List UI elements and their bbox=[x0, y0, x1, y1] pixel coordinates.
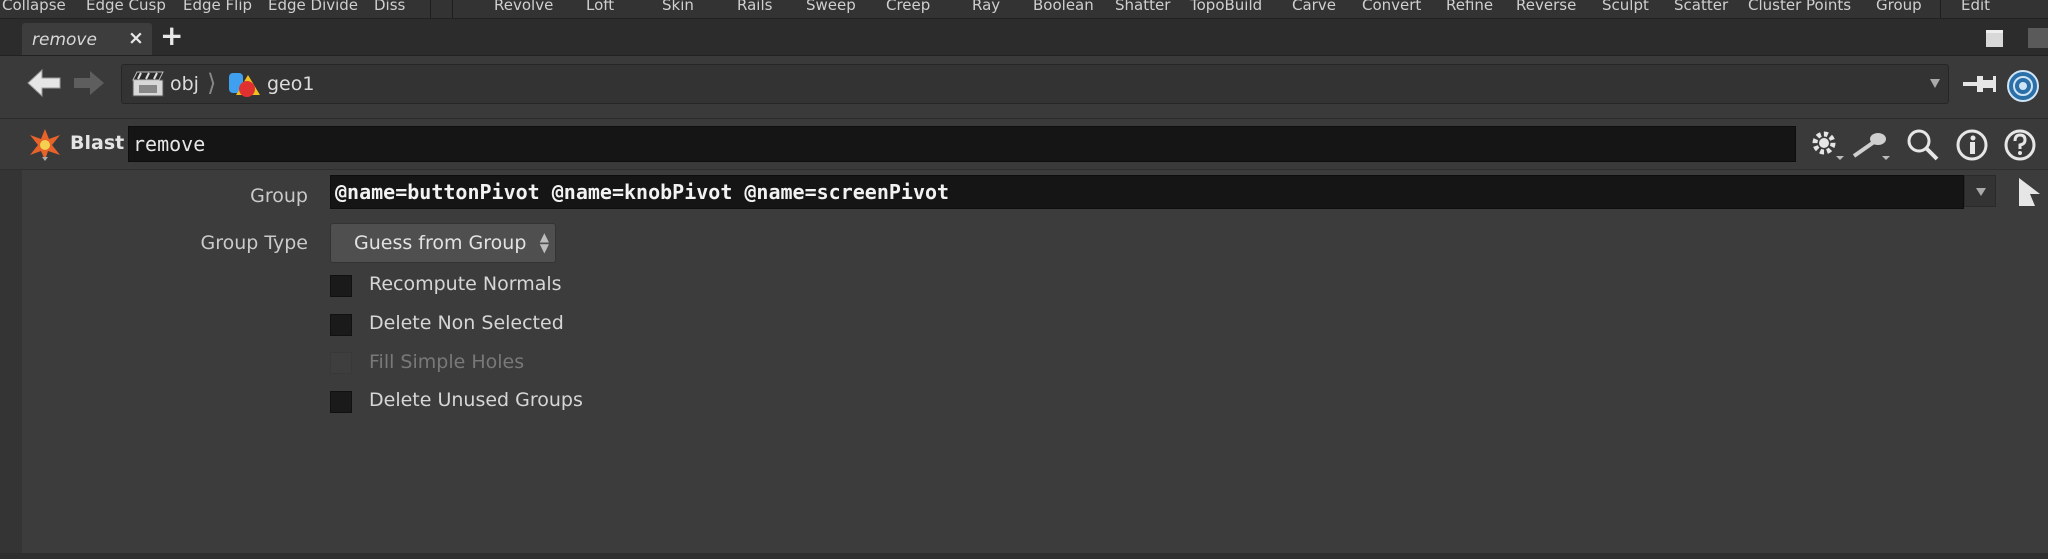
shelf-tool-sculpt[interactable]: Sculpt bbox=[1602, 0, 1649, 14]
group-type-label: Group Type bbox=[200, 232, 308, 254]
group-type-menu[interactable]: Guess from Group ▲ ▼ bbox=[330, 223, 556, 263]
tab-label: remove bbox=[32, 30, 97, 50]
shelf-divider bbox=[430, 0, 431, 18]
shelf-tool-boolean[interactable]: Boolean bbox=[1033, 0, 1094, 14]
shelf-tool-creep[interactable]: Creep bbox=[886, 0, 930, 14]
node-header: Blast remove bbox=[0, 119, 2048, 170]
shelf-tool-loft[interactable]: Loft bbox=[586, 0, 614, 14]
pane-bottom-border bbox=[0, 553, 2048, 559]
node-name-field[interactable]: remove bbox=[128, 126, 1796, 162]
network-path-field[interactable]: obj ⟩ geo1 bbox=[121, 64, 1949, 104]
blast-node-icon[interactable] bbox=[28, 127, 62, 161]
forward-arrow-icon[interactable] bbox=[72, 68, 106, 98]
updown-arrow-icon: ▲ ▼ bbox=[539, 230, 549, 255]
shelf-tool-topobuild[interactable]: TopoBuild bbox=[1190, 0, 1262, 14]
tab-remove[interactable]: remove × bbox=[22, 23, 152, 55]
back-arrow-icon[interactable] bbox=[26, 68, 62, 98]
delete-unused-groups-checkbox[interactable] bbox=[330, 391, 352, 413]
recompute-normals-label: Recompute Normals bbox=[369, 273, 562, 295]
recompute-normals-checkbox[interactable] bbox=[330, 275, 352, 297]
shelf-toolbar: Collapse Edge Cusp Edge Flip Edge Divide… bbox=[0, 0, 2048, 19]
path-segment-geo1[interactable]: geo1 bbox=[267, 73, 314, 95]
add-tab-icon[interactable]: + bbox=[160, 20, 183, 52]
help-icon[interactable] bbox=[2003, 128, 2037, 162]
shelf-tool-revolve[interactable]: Revolve bbox=[494, 0, 553, 14]
close-icon[interactable]: × bbox=[128, 27, 144, 49]
shelf-tool-carve[interactable]: Carve bbox=[1292, 0, 1336, 14]
shelf-tool-rails[interactable]: Rails bbox=[737, 0, 772, 14]
shelf-tool-convert[interactable]: Convert bbox=[1362, 0, 1421, 14]
shelf-tool-scatter[interactable]: Scatter bbox=[1674, 0, 1728, 14]
chevron-down-icon[interactable] bbox=[1930, 79, 1940, 88]
fill-simple-holes-label: Fill Simple Holes bbox=[369, 351, 525, 373]
shelf-tool-refine[interactable]: Refine bbox=[1446, 0, 1493, 14]
info-icon[interactable] bbox=[1955, 128, 1989, 162]
group-value: @name=buttonPivot @name=knobPivot @name=… bbox=[335, 180, 950, 204]
shelf-divider bbox=[452, 0, 453, 18]
shelf-tool-reverse[interactable]: Reverse bbox=[1516, 0, 1576, 14]
maximize-pane-icon[interactable] bbox=[1986, 30, 2003, 47]
shelf-tool-cluster-points[interactable]: Cluster Points bbox=[1748, 0, 1851, 14]
group-label: Group bbox=[250, 185, 308, 207]
shelf-tool-edge-cusp[interactable]: Edge Cusp bbox=[86, 0, 166, 14]
shelf-divider bbox=[1940, 0, 1941, 18]
shelf-tool-sweep[interactable]: Sweep bbox=[806, 0, 856, 14]
select-arrow-icon[interactable] bbox=[2016, 176, 2042, 208]
gear-icon[interactable] bbox=[1806, 128, 1846, 162]
path-segment-obj[interactable]: obj bbox=[170, 73, 199, 95]
shelf-tool-edge-flip[interactable]: Edge Flip bbox=[183, 0, 252, 14]
delete-unused-groups-label: Delete Unused Groups bbox=[369, 389, 583, 411]
obj-network-icon bbox=[132, 71, 164, 97]
delete-non-selected-label: Delete Non Selected bbox=[369, 312, 564, 334]
pin-icon[interactable] bbox=[1963, 73, 1997, 95]
parameter-pane: Group @name=buttonPivot @name=knobPivot … bbox=[0, 170, 2048, 559]
shelf-tool-collapse[interactable]: Collapse bbox=[2, 0, 66, 14]
chevron-down-icon bbox=[1976, 188, 1986, 196]
shelf-tool-skin[interactable]: Skin bbox=[662, 0, 694, 14]
link-icon[interactable] bbox=[2006, 69, 2040, 103]
node-name-value: remove bbox=[133, 132, 206, 156]
pane-menu-icon[interactable] bbox=[2028, 28, 2048, 48]
fill-simple-holes-checkbox bbox=[330, 352, 352, 374]
pane-tab-bar: remove × + bbox=[0, 19, 2048, 56]
shelf-tool-ray[interactable]: Ray bbox=[972, 0, 1000, 14]
shelf-tool-edit[interactable]: Edit bbox=[1961, 0, 1990, 14]
shelf-tool-shatter[interactable]: Shatter bbox=[1115, 0, 1170, 14]
geo-object-icon bbox=[229, 73, 260, 97]
node-type-label: Blast bbox=[70, 132, 125, 154]
shelf-tool-edge-divide[interactable]: Edge Divide bbox=[268, 0, 358, 14]
path-bar: obj ⟩ geo1 bbox=[0, 56, 2048, 119]
path-separator: ⟩ bbox=[207, 69, 217, 97]
search-icon[interactable] bbox=[1906, 128, 1940, 162]
shelf-tool-group[interactable]: Group bbox=[1876, 0, 1922, 14]
wrench-icon[interactable] bbox=[1850, 128, 1894, 162]
group-field[interactable]: @name=buttonPivot @name=knobPivot @name=… bbox=[330, 175, 1964, 209]
delete-non-selected-checkbox[interactable] bbox=[330, 314, 352, 336]
group-type-value: Guess from Group bbox=[354, 232, 527, 254]
shelf-tool-diss[interactable]: Diss bbox=[374, 0, 405, 14]
group-menu-button[interactable] bbox=[1964, 175, 1996, 207]
